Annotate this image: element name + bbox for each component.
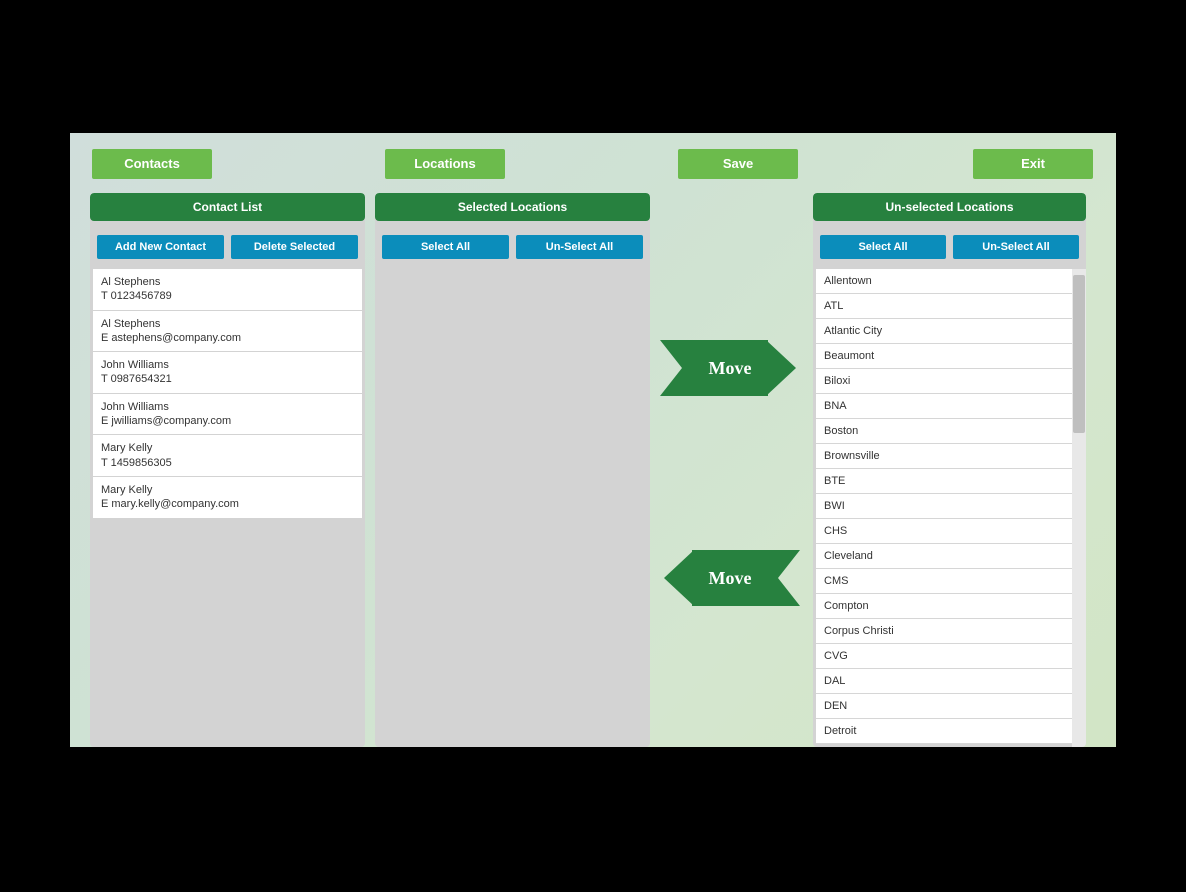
unselected-button-row: Select All Un-Select All [813, 221, 1086, 259]
locations-tab[interactable]: Locations [385, 149, 505, 179]
unselected-list-wrap: AllentownATLAtlantic CityBeaumontBiloxiB… [816, 269, 1086, 747]
app-window: Contacts Locations Save Exit Contact Lis… [70, 133, 1116, 747]
location-item[interactable]: Allentown [816, 269, 1072, 294]
location-item[interactable]: BNA [816, 394, 1072, 419]
arrow-left-icon [692, 550, 800, 606]
unselected-locations-header: Un-selected Locations [813, 193, 1086, 221]
location-item[interactable]: Boston [816, 419, 1072, 444]
contact-item[interactable]: Al StephensE astephens@company.com [93, 311, 362, 353]
unselected-locations-panel: Un-selected Locations Select All Un-Sele… [813, 193, 1086, 747]
selected-select-all-button[interactable]: Select All [382, 235, 509, 259]
contact-name: Mary Kelly [101, 441, 354, 455]
move-left-button[interactable]: Move [660, 550, 800, 606]
location-item[interactable]: Beaumont [816, 344, 1072, 369]
contact-list: Al StephensT 0123456789Al StephensE aste… [93, 269, 362, 747]
location-item[interactable]: ATL [816, 294, 1072, 319]
move-right-button[interactable]: Move [660, 340, 800, 396]
contact-name: John Williams [101, 358, 354, 372]
contact-detail: E mary.kelly@company.com [101, 497, 354, 511]
contact-item[interactable]: John WilliamsT 0987654321 [93, 352, 362, 394]
contact-detail: E jwilliams@company.com [101, 414, 354, 428]
location-item[interactable]: Compton [816, 594, 1072, 619]
contact-detail: T 1459856305 [101, 456, 354, 470]
contacts-panel: Contact List Add New Contact Delete Sele… [90, 193, 365, 747]
selected-button-row: Select All Un-Select All [375, 221, 650, 259]
selected-locations-header: Selected Locations [375, 193, 650, 221]
location-item[interactable]: CVG [816, 644, 1072, 669]
contact-detail: T 0123456789 [101, 289, 354, 303]
arrow-left-head-icon [664, 550, 694, 606]
location-item[interactable]: BWI [816, 494, 1072, 519]
exit-button[interactable]: Exit [973, 149, 1093, 179]
location-item[interactable]: BTE [816, 469, 1072, 494]
location-item[interactable]: Brownsville [816, 444, 1072, 469]
unselected-unselect-all-button[interactable]: Un-Select All [953, 235, 1079, 259]
contacts-button-row: Add New Contact Delete Selected [90, 221, 365, 259]
contact-item[interactable]: John WilliamsE jwilliams@company.com [93, 394, 362, 436]
save-button[interactable]: Save [678, 149, 798, 179]
scrollbar-thumb[interactable] [1073, 275, 1085, 433]
contact-detail: T 0987654321 [101, 372, 354, 386]
location-item[interactable]: DEN [816, 694, 1072, 719]
location-item[interactable]: Biloxi [816, 369, 1072, 394]
main-columns: Contact List Add New Contact Delete Sele… [70, 179, 1116, 747]
contact-item[interactable]: Mary KellyT 1459856305 [93, 435, 362, 477]
location-item[interactable]: CMS [816, 569, 1072, 594]
contact-name: Al Stephens [101, 275, 354, 289]
contact-name: Mary Kelly [101, 483, 354, 497]
unselected-scrollbar[interactable] [1072, 269, 1086, 747]
unselected-locations-list: AllentownATLAtlantic CityBeaumontBiloxiB… [816, 269, 1072, 747]
contact-item[interactable]: Mary KellyE mary.kelly@company.com [93, 477, 362, 518]
location-item[interactable]: Corpus Christi [816, 619, 1072, 644]
contact-name: Al Stephens [101, 317, 354, 331]
location-item[interactable]: CHS [816, 519, 1072, 544]
contact-name: John Williams [101, 400, 354, 414]
contact-detail: E astephens@company.com [101, 331, 354, 345]
location-item[interactable]: Cleveland [816, 544, 1072, 569]
move-controls: Move Move [650, 193, 813, 747]
add-new-contact-button[interactable]: Add New Contact [97, 235, 224, 259]
selected-unselect-all-button[interactable]: Un-Select All [516, 235, 643, 259]
location-item[interactable]: DAL [816, 669, 1072, 694]
selected-locations-panel: Selected Locations Select All Un-Select … [375, 193, 650, 747]
location-item[interactable]: Atlantic City [816, 319, 1072, 344]
location-item[interactable]: Detroit [816, 719, 1072, 744]
contact-item[interactable]: Al StephensT 0123456789 [93, 269, 362, 311]
selected-locations-list [378, 269, 647, 747]
arrow-right-head-icon [766, 340, 796, 396]
top-toolbar: Contacts Locations Save Exit [70, 133, 1116, 179]
unselected-select-all-button[interactable]: Select All [820, 235, 946, 259]
arrow-right-icon [660, 340, 768, 396]
contacts-tab[interactable]: Contacts [92, 149, 212, 179]
contacts-panel-header: Contact List [90, 193, 365, 221]
delete-selected-button[interactable]: Delete Selected [231, 235, 358, 259]
